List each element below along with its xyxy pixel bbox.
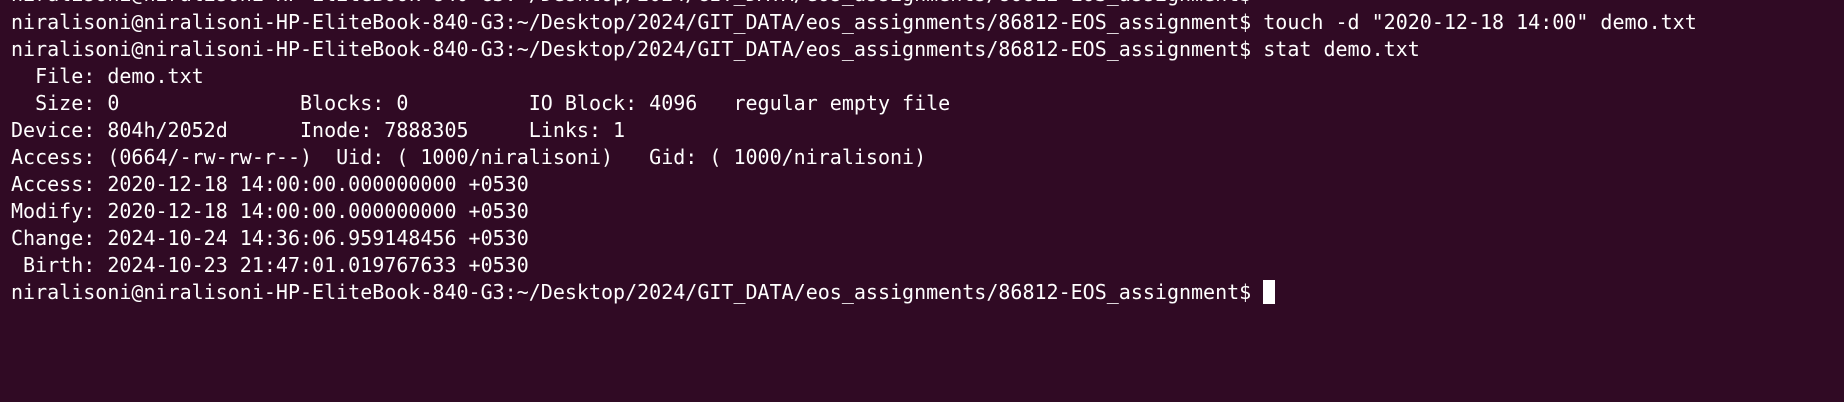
text-cursor: [1263, 280, 1276, 304]
stat-modify-time: Modify: 2020-12-18 14:00:00.000000000 +0…: [11, 199, 529, 223]
current-prompt-line[interactable]: niralisoni@niralisoni-HP-EliteBook-840-G…: [11, 279, 1844, 306]
scrolled-off-line-text: niralisoni@niralisoni-HP-EliteBook-840-G…: [11, 0, 1251, 8]
scrolled-off-line: niralisoni@niralisoni-HP-EliteBook-840-G…: [11, 0, 1844, 9]
stat-file: File: demo.txt: [11, 64, 204, 88]
stat-birth-time: Birth: 2024-10-23 21:47:01.019767633 +05…: [11, 253, 529, 277]
stat-change-time: Change: 2024-10-24 14:36:06.959148456 +0…: [11, 226, 529, 250]
terminal-window[interactable]: niralisoni@niralisoni-HP-EliteBook-840-G…: [0, 0, 1844, 402]
stat-device: Device: 804h/2052d Inode: 7888305 Links:…: [11, 118, 626, 142]
stat-size: Size: 0 Blocks: 0 IO Block: 4096 regular…: [11, 91, 951, 115]
shell-prompt: niralisoni@niralisoni-HP-EliteBook-840-G…: [11, 280, 1264, 304]
stat-access-time: Access: 2020-12-18 14:00:00.000000000 +0…: [11, 172, 529, 196]
stat-access-perms: Access: (0664/-rw-rw-r--) Uid: ( 1000/ni…: [11, 145, 927, 169]
terminal-line-stat-command: niralisoni@niralisoni-HP-EliteBook-840-G…: [11, 37, 1420, 61]
terminal-line-touch-command: niralisoni@niralisoni-HP-EliteBook-840-G…: [11, 10, 1697, 34]
